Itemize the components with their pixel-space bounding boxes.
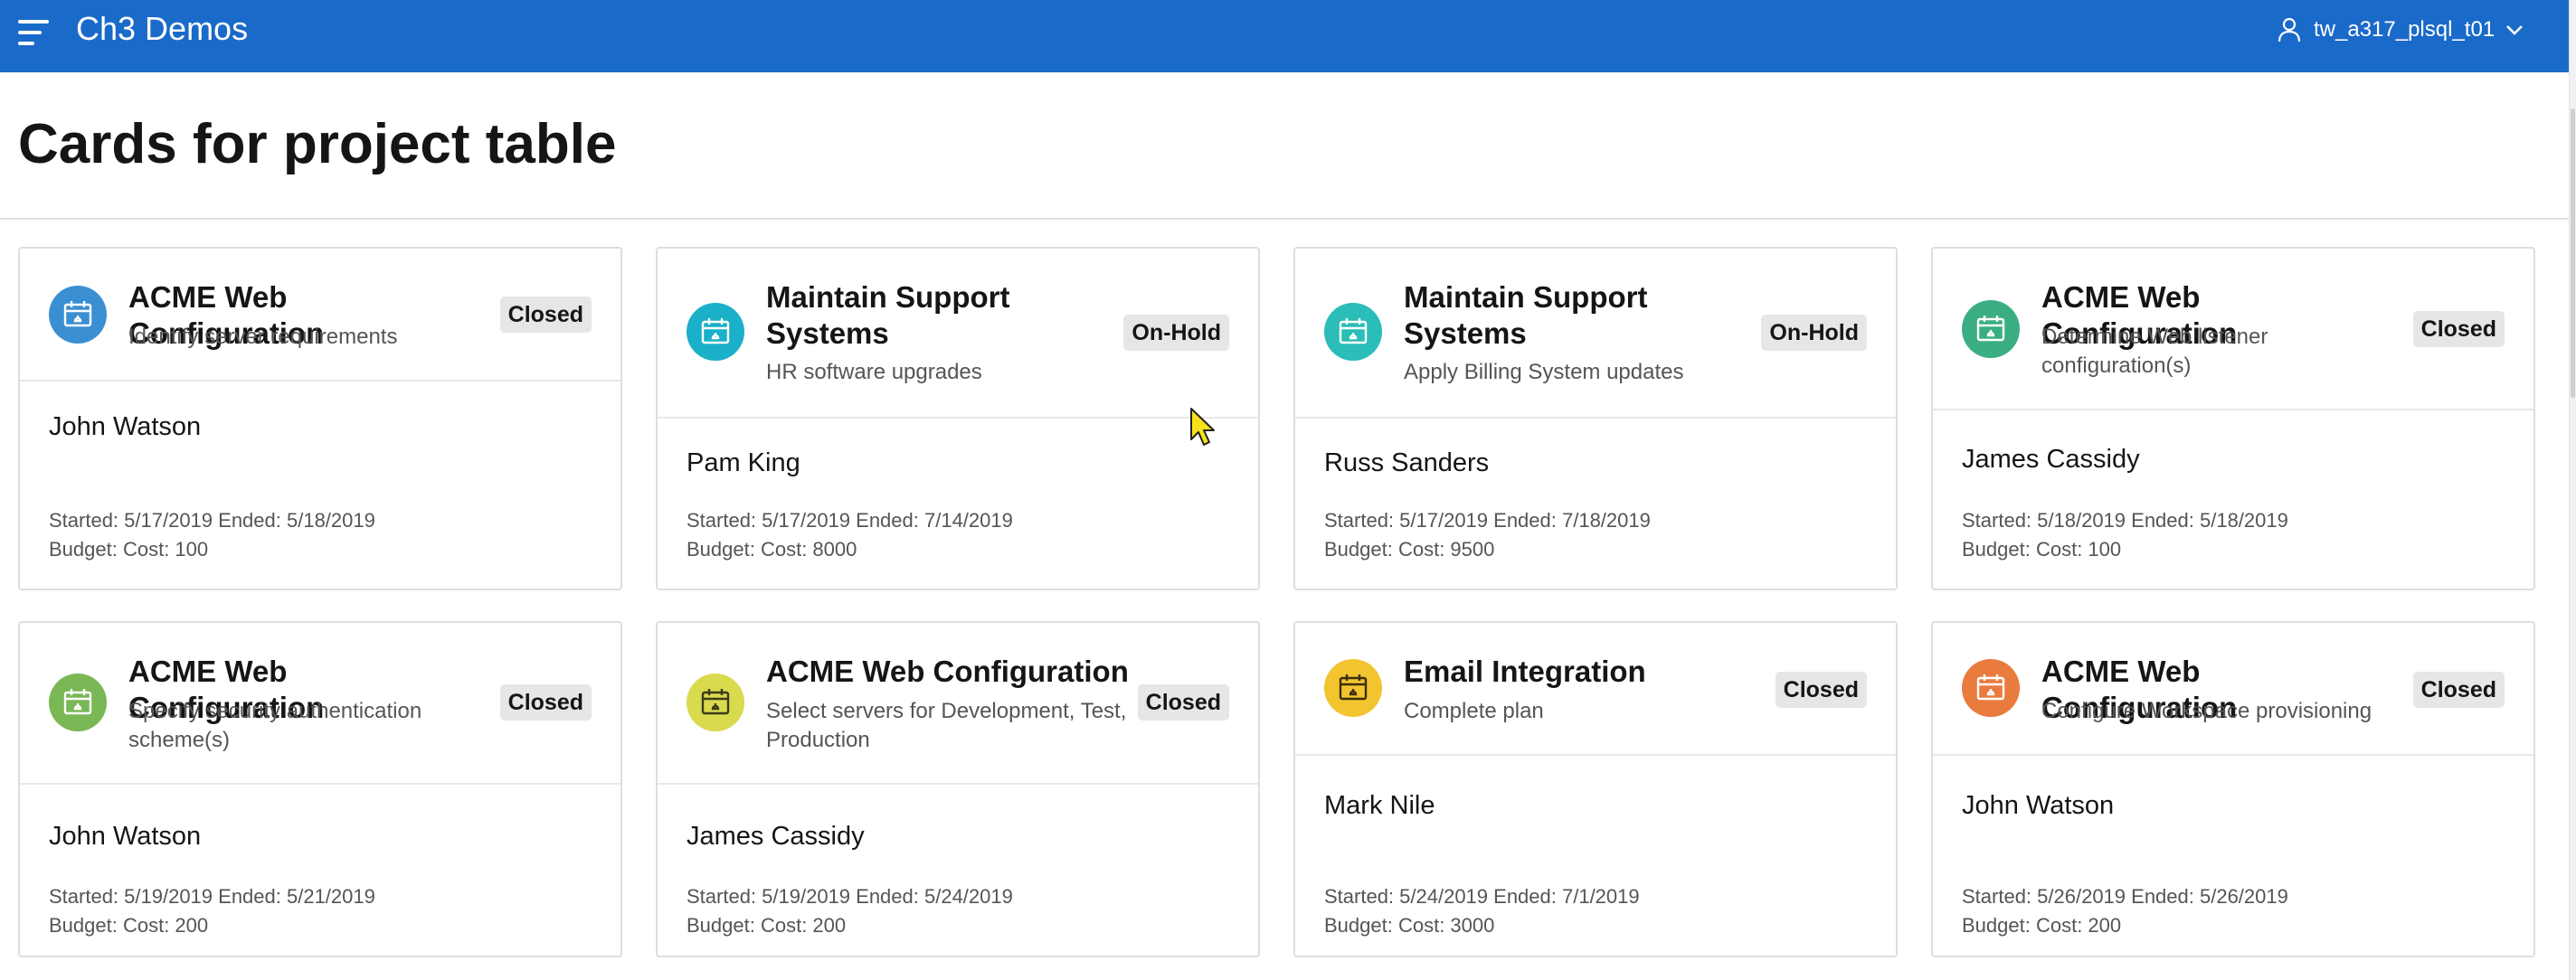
calendar-icon [1962,300,2020,358]
scrollbar-thumb[interactable] [2571,108,2575,398]
status-badge: Closed [1137,684,1229,721]
date-range: Started: 5/17/2019 Ended: 5/18/2019 [49,509,375,532]
card-title[interactable]: ACME Web Configuration [766,654,1155,690]
user-icon [2278,17,2301,42]
budget-cost: Budget: Cost: 100 [1962,538,2122,561]
project-card[interactable]: ACME Web Configuration Specify security … [18,621,622,957]
calendar-icon [1962,659,2020,717]
assignee-name: James Cassidy [687,822,865,851]
project-card[interactable]: Maintain Support Systems HR software upg… [656,247,1260,590]
card-header: ACME Web Configuration Select servers fo… [658,623,1258,785]
calendar-icon [1324,303,1382,361]
mouse-pointer-icon [1190,408,1215,446]
card-header: ACME Web Configuration Identify server r… [20,249,620,382]
budget-cost: Budget: Cost: 200 [687,914,847,937]
username-label: tw_a317_plsql_t01 [2314,17,2496,42]
app-title[interactable]: Ch3 Demos [76,11,248,47]
project-card[interactable]: ACME Web Configuration Select servers fo… [656,621,1260,957]
assignee-name: John Watson [49,412,202,441]
chevron-down-icon [2506,25,2524,35]
status-badge: On-Hold [1761,315,1867,351]
calendar-icon [687,303,744,361]
budget-cost: Budget: Cost: 100 [49,538,209,561]
assignee-name: James Cassidy [1962,445,2140,474]
card-header: ACME Web Configuration Specify security … [20,623,620,785]
budget-cost: Budget: Cost: 3000 [1324,914,1495,937]
status-badge: Closed [1775,672,1867,708]
calendar-icon [687,674,744,731]
user-menu[interactable]: tw_a317_plsql_t01 [2278,11,2524,49]
card-subtitle: Configure Workspace provisioning [2041,699,2372,723]
card-subtitle: Determine Web listener configuration(s) [2041,325,2268,378]
date-range: Started: 5/17/2019 Ended: 7/14/2019 [687,509,1013,532]
top-navigation-bar: Ch3 Demos tw_a317_plsql_t01 [0,0,2569,72]
status-badge: On-Hold [1123,315,1229,351]
calendar-icon [49,674,107,731]
card-header: Maintain Support Systems Apply Billing S… [1295,249,1896,419]
card-subtitle: Specify security authentication scheme(s… [128,699,422,752]
project-card[interactable]: Maintain Support Systems Apply Billing S… [1293,247,1898,590]
assignee-name: Pam King [687,448,800,477]
card-header: Email Integration Complete plan Closed [1295,623,1896,756]
card-header: ACME Web Configuration Configure Workspa… [1933,623,2533,756]
budget-cost: Budget: Cost: 200 [49,914,209,937]
card-subtitle: HR software upgrades [766,360,982,384]
calendar-icon [1324,659,1382,717]
hamburger-menu-icon[interactable] [18,20,49,47]
budget-cost: Budget: Cost: 200 [1962,914,2122,937]
budget-cost: Budget: Cost: 8000 [687,538,857,561]
date-range: Started: 5/19/2019 Ended: 5/21/2019 [49,885,375,908]
project-card[interactable]: Email Integration Complete plan Closed M… [1293,621,1898,957]
assignee-name: John Watson [49,822,202,851]
card-subtitle: Apply Billing System updates [1404,360,1684,384]
card-header: ACME Web Configuration Determine Web lis… [1933,249,2533,410]
page-title: Cards for project table [18,113,617,175]
calendar-icon [49,286,107,344]
card-subtitle: Select servers for Development, Test, Pr… [766,699,1127,752]
project-card[interactable]: ACME Web Configuration Configure Workspa… [1931,621,2535,957]
date-range: Started: 5/24/2019 Ended: 7/1/2019 [1324,885,1640,908]
date-range: Started: 5/18/2019 Ended: 5/18/2019 [1962,509,2288,532]
status-badge: Closed [2412,311,2505,347]
page-header-region: Cards for project table [0,72,2569,220]
card-title[interactable]: Maintain Support Systems [1404,279,1693,352]
project-card[interactable]: ACME Web Configuration Determine Web lis… [1931,247,2535,590]
status-badge: Closed [2412,672,2505,708]
assignee-name: Russ Sanders [1324,448,1490,477]
assignee-name: Mark Nile [1324,791,1435,820]
date-range: Started: 5/26/2019 Ended: 5/26/2019 [1962,885,2288,908]
card-title[interactable]: Email Integration [1404,654,1766,690]
assignee-name: John Watson [1962,791,2115,820]
status-badge: Closed [499,684,592,721]
card-subtitle: Identify server requirements [128,325,398,349]
card-header: Maintain Support Systems HR software upg… [658,249,1258,419]
date-range: Started: 5/17/2019 Ended: 7/18/2019 [1324,509,1651,532]
budget-cost: Budget: Cost: 9500 [1324,538,1495,561]
project-card[interactable]: ACME Web Configuration Identify server r… [18,247,622,590]
card-title[interactable]: Maintain Support Systems [766,279,1056,352]
card-subtitle: Complete plan [1404,699,1544,723]
status-badge: Closed [499,297,592,333]
date-range: Started: 5/19/2019 Ended: 5/24/2019 [687,885,1013,908]
